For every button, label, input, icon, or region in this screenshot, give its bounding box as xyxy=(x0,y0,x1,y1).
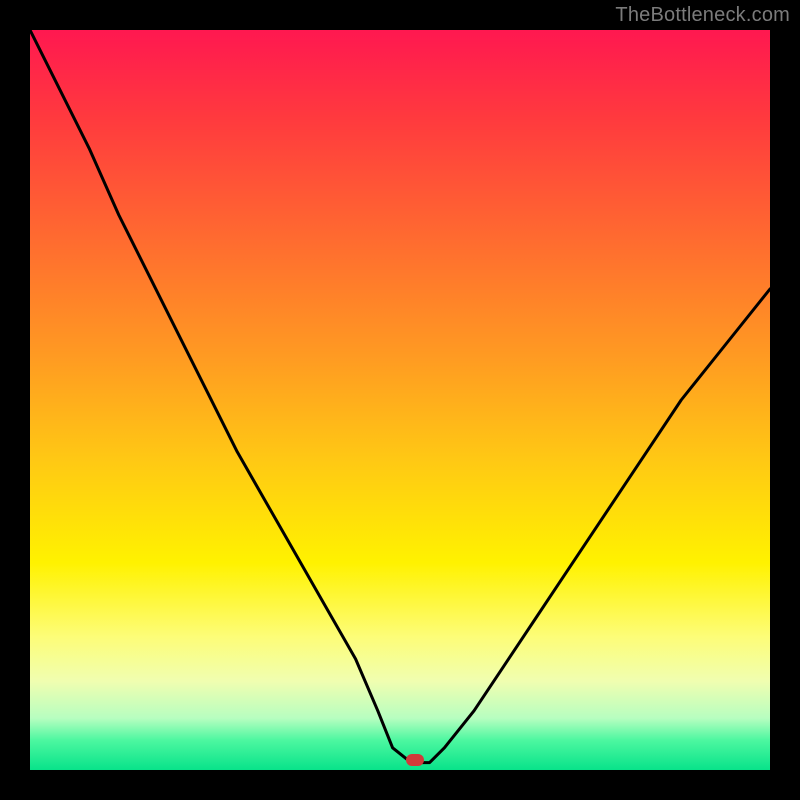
gradient-plot-area xyxy=(30,30,770,770)
chart-frame: TheBottleneck.com xyxy=(0,0,800,800)
optimal-marker xyxy=(406,754,424,766)
bottleneck-curve xyxy=(30,30,770,770)
watermark-text: TheBottleneck.com xyxy=(615,4,790,27)
curve-path xyxy=(30,30,770,763)
